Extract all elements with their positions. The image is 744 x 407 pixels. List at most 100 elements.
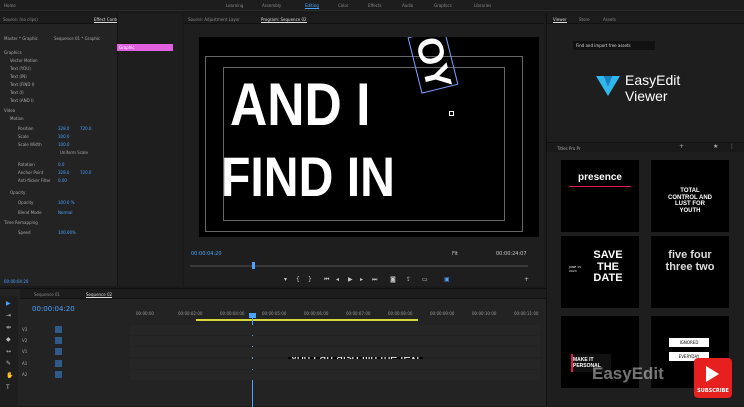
effect-row-value[interactable]: 328.0 xyxy=(58,126,69,131)
effect-row[interactable]: Vector Motion xyxy=(10,58,38,63)
effect-controls-timecode[interactable]: 00:00:04:20 xyxy=(4,279,28,284)
slip-tool-icon[interactable]: ↔ xyxy=(6,348,11,355)
marker-icon[interactable]: ▾ xyxy=(284,276,287,283)
effect-row-value[interactable]: 100.0 xyxy=(58,142,69,147)
tab-source[interactable]: Source: (no clips) xyxy=(3,17,38,22)
workspace-assembly[interactable]: Assembly xyxy=(262,3,281,8)
step-back-icon[interactable]: ⏮ xyxy=(324,276,329,284)
tab-sequence-02[interactable]: Sequence 02 xyxy=(86,292,113,298)
program-canvas[interactable]: AND I YOU FIND IN xyxy=(199,37,539,237)
add-button-icon[interactable]: + xyxy=(524,276,529,283)
hand-tool-icon[interactable]: ✋ xyxy=(6,372,13,379)
effect-row[interactable]: Speed 100.00% xyxy=(18,230,76,235)
effect-row-value[interactable]: 0.00 xyxy=(58,178,67,183)
effect-row-value[interactable]: Normal xyxy=(58,210,72,215)
workspace-editing[interactable]: Editing xyxy=(305,3,319,9)
effect-row-value[interactable]: 720.0 xyxy=(80,126,91,131)
track-target-button[interactable] xyxy=(55,337,62,344)
workspace-audio[interactable]: Audio xyxy=(402,3,413,8)
comparison-view-icon[interactable]: ▭ xyxy=(422,276,428,283)
effect-row-value[interactable]: 0.0 xyxy=(58,162,64,167)
workspace-learning[interactable]: Learning xyxy=(226,3,243,8)
track-target-button[interactable] xyxy=(55,348,62,355)
effect-row[interactable]: Scale 100.0 xyxy=(18,134,69,139)
lift-icon[interactable]: ⇪ xyxy=(406,276,411,283)
tab-sequence-01[interactable]: Sequence 01 xyxy=(34,292,60,297)
workspace-effects[interactable]: Effects xyxy=(368,3,382,8)
effect-row-value[interactable]: 100.00% xyxy=(58,230,76,235)
transform-anchor-icon[interactable] xyxy=(449,111,454,116)
effect-row[interactable]: Uniform Scale xyxy=(60,150,88,155)
subscribe-badge[interactable]: SUBSCRIBE xyxy=(694,358,732,398)
workspace-color[interactable]: Color xyxy=(338,3,348,8)
mark-out-icon[interactable]: } xyxy=(308,276,312,283)
program-timecode-current[interactable]: 00:00:04:20 xyxy=(191,251,222,257)
template-card-save-the-date[interactable]: SAVE THE DATE JUNE 15 2023 xyxy=(561,236,639,308)
playhead-handle[interactable] xyxy=(249,313,256,318)
effect-row[interactable]: Opacity 100.0 % xyxy=(18,200,75,205)
home-menu[interactable]: Home xyxy=(4,3,16,8)
track-select-tool-icon[interactable]: ⇥ xyxy=(6,312,11,319)
work-area-bar[interactable] xyxy=(196,319,418,321)
program-scrub-bar[interactable] xyxy=(190,265,528,267)
export-frame-icon[interactable]: ◙ xyxy=(390,276,396,283)
pen-tool-icon[interactable]: ✎ xyxy=(6,360,11,367)
effect-row[interactable]: Text (YOU) xyxy=(10,66,31,71)
effect-row[interactable]: Motion xyxy=(10,116,24,121)
template-card-presence[interactable]: presence xyxy=(561,160,639,232)
tab-assets[interactable]: Assets xyxy=(603,17,616,22)
frame-back-icon[interactable]: ◂ xyxy=(336,276,339,283)
workspace-libraries[interactable]: Libraries xyxy=(474,3,491,8)
template-card-five-four[interactable]: five four three two xyxy=(651,236,729,308)
effect-row[interactable]: Scale Width 100.0 xyxy=(18,142,69,147)
safe-margins-icon[interactable]: ▣ xyxy=(444,276,450,283)
effect-row[interactable]: Text (I) xyxy=(10,90,24,95)
effect-row-value[interactable]: 100.0 xyxy=(58,134,69,139)
more-options-icon[interactable]: ⋮ xyxy=(729,143,735,150)
master-clip-label[interactable]: Master * Graphic xyxy=(4,36,38,41)
title-text-and-i[interactable]: AND I xyxy=(230,75,370,135)
effect-row[interactable]: Position 328.0 720.0 xyxy=(18,126,91,131)
timeline-timecode[interactable]: 00:00:04:20 xyxy=(32,305,75,313)
play-icon[interactable]: ▶ xyxy=(348,276,353,283)
track-target-button[interactable] xyxy=(55,326,62,333)
timeline-track[interactable] xyxy=(130,325,540,335)
track-target-button[interactable] xyxy=(55,360,62,367)
sequence-clip-label[interactable]: Sequence 01 * Graphic xyxy=(54,36,100,41)
ripple-edit-tool-icon[interactable]: ⇹ xyxy=(6,324,11,331)
effect-row[interactable]: Text (IN) xyxy=(10,74,27,79)
effect-row[interactable]: Anchor Point 328.0 720.0 xyxy=(18,170,91,175)
add-section-icon[interactable]: + xyxy=(679,143,684,150)
type-tool-icon[interactable]: T xyxy=(6,384,10,391)
effect-row-value[interactable]: 720.0 xyxy=(80,170,91,175)
graphic-clip-bar[interactable]: Graphic xyxy=(117,44,173,51)
effect-row[interactable]: Video xyxy=(4,108,15,113)
selection-tool-icon[interactable]: ▶ xyxy=(6,300,11,307)
razor-tool-icon[interactable]: ◆ xyxy=(6,336,11,343)
template-card-total-control[interactable]: TOTAL CONTROL AND LUST FOR YOUTH xyxy=(651,160,729,232)
title-text-find-in[interactable]: FIND IN xyxy=(221,149,395,205)
frame-forward-icon[interactable]: ▸ xyxy=(360,276,363,283)
tab-program-monitor[interactable]: Program: Sequence 02 xyxy=(261,17,307,23)
fit-dropdown[interactable]: Fit xyxy=(452,251,458,257)
tab-store[interactable]: Store xyxy=(579,17,590,22)
titles-section-label[interactable]: Titles Pro Pr xyxy=(557,146,581,151)
effect-row[interactable]: Time Remapping xyxy=(4,220,38,225)
effect-row-value[interactable]: 100.0 % xyxy=(58,200,75,205)
effect-row[interactable]: Opacity xyxy=(10,190,25,195)
timeline-track[interactable] xyxy=(130,370,540,380)
tab-viewer[interactable]: Viewer xyxy=(553,17,567,23)
effect-row[interactable]: Graphics xyxy=(4,50,22,55)
effect-row[interactable]: Anti-flicker Filter 0.00 xyxy=(18,178,67,183)
program-playhead[interactable] xyxy=(252,262,255,269)
effect-row-value[interactable]: 328.0 xyxy=(58,170,69,175)
timeline-track[interactable] xyxy=(130,336,540,346)
effect-row[interactable]: Text (FIND I) xyxy=(10,82,35,87)
timeline-track[interactable] xyxy=(130,347,540,357)
timeline-track[interactable] xyxy=(130,359,540,369)
effect-row[interactable]: Blend Mode Normal xyxy=(18,210,72,215)
tab-source-monitor[interactable]: Source: Adjustment Layer xyxy=(188,17,240,22)
mark-in-icon[interactable]: { xyxy=(296,276,300,283)
track-target-button[interactable] xyxy=(55,371,62,378)
favorite-star-icon[interactable]: ★ xyxy=(713,143,718,150)
